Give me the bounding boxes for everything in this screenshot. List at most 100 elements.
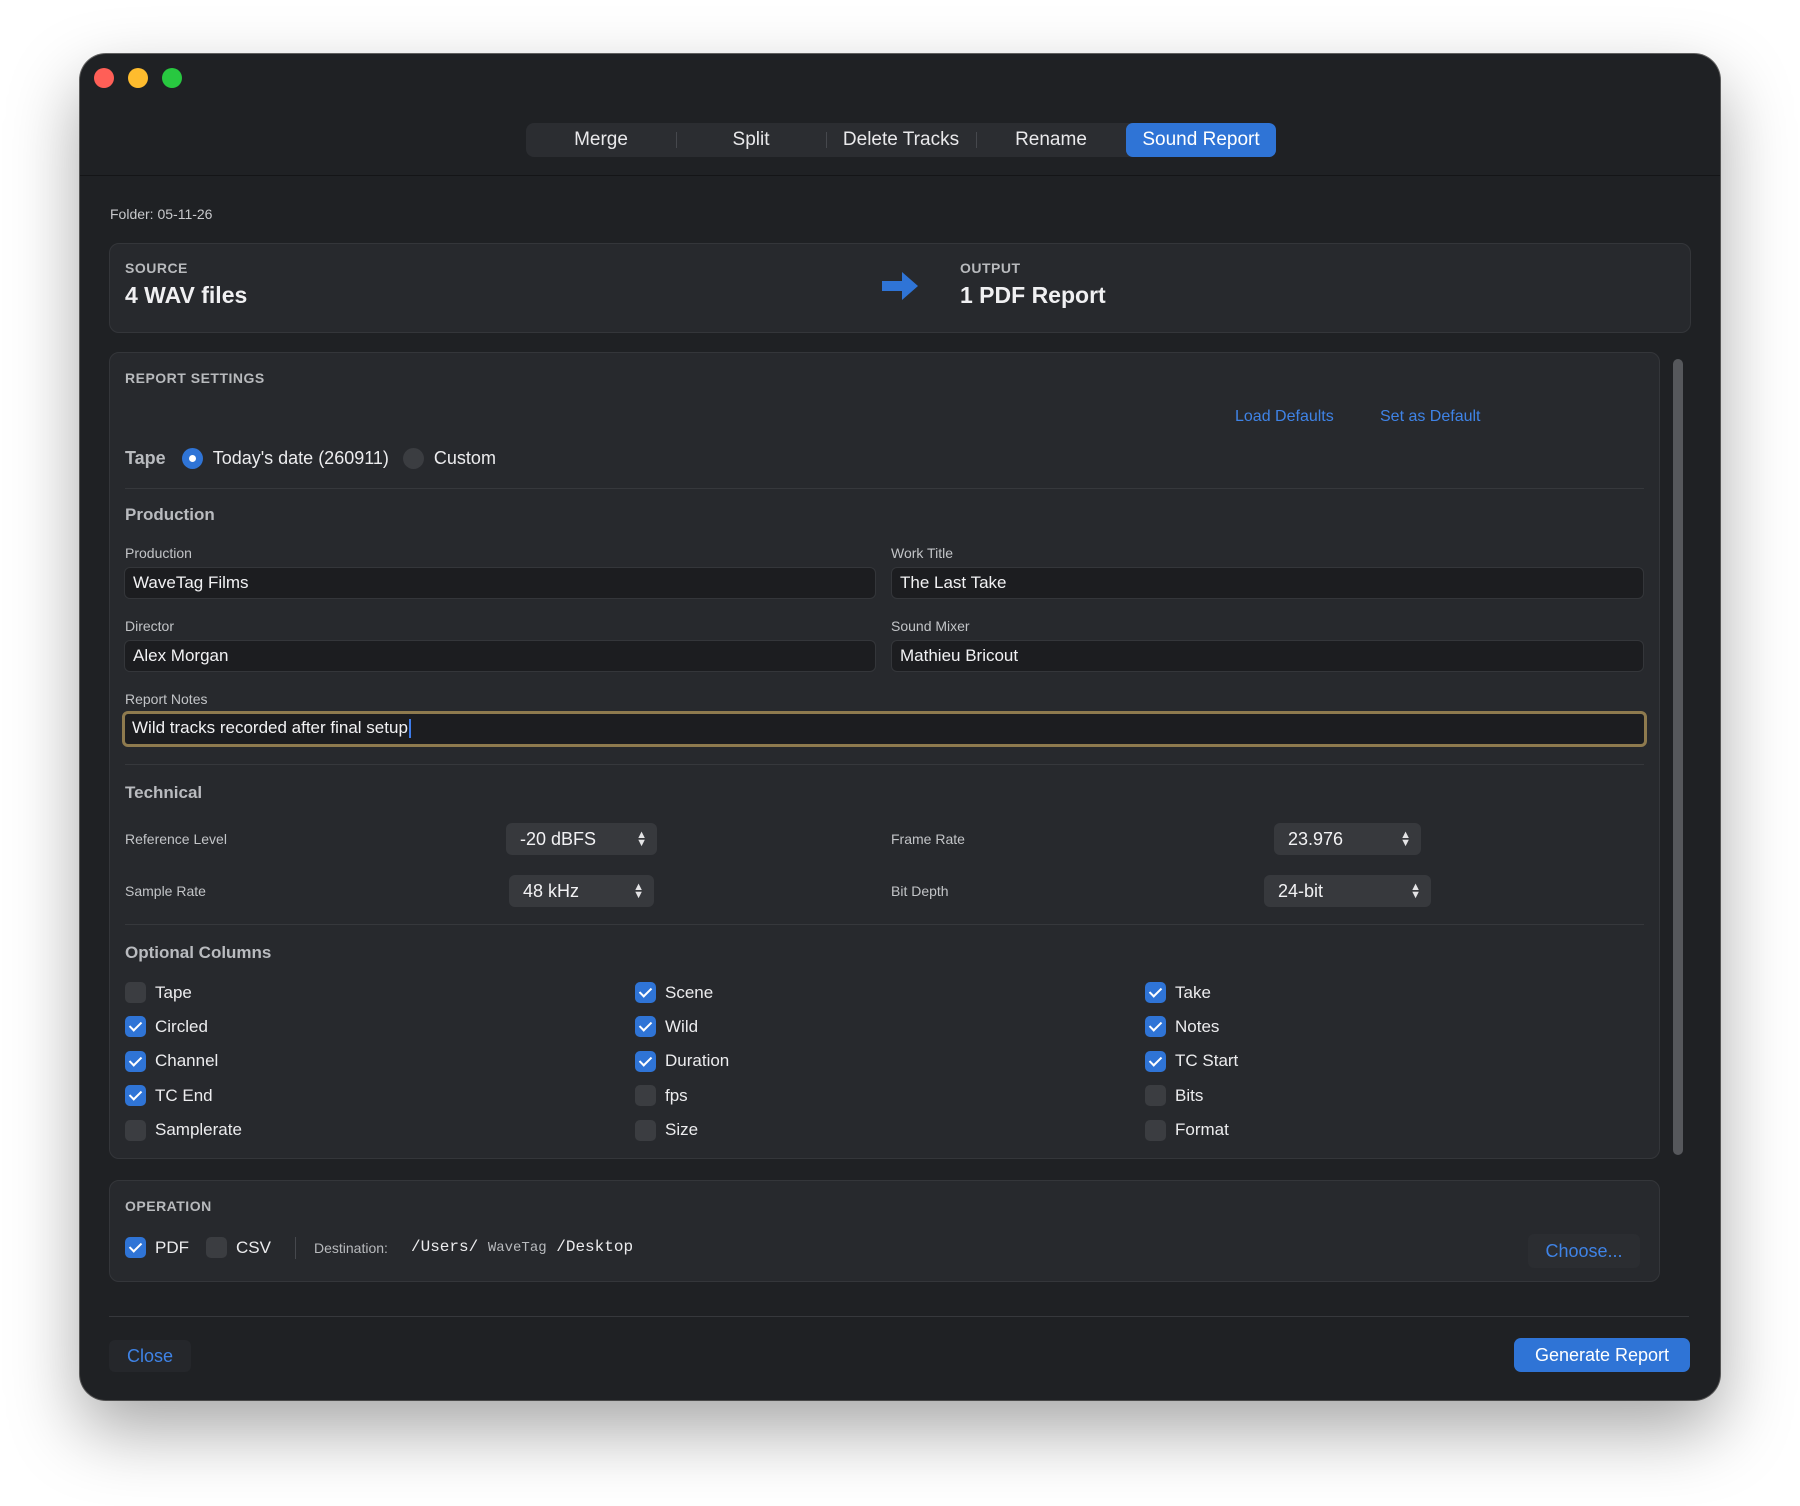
column-option-notes[interactable]: Notes: [1145, 1016, 1219, 1038]
minimize-window-icon[interactable]: [128, 68, 148, 88]
tape-today-radio[interactable]: [181, 448, 203, 469]
column-checkbox-tc-start[interactable]: [1145, 1050, 1166, 1072]
column-option-fps[interactable]: fps: [635, 1085, 688, 1107]
tape-label: Tape: [125, 448, 166, 468]
destination-path-suffix: /Desktop: [556, 1238, 634, 1256]
generate-report-button[interactable]: Generate Report: [1514, 1338, 1690, 1372]
scrollbar-thumb[interactable]: [1673, 359, 1683, 1155]
work-title-field-label: Work Title: [891, 545, 953, 561]
tab-delete-tracks[interactable]: Delete Tracks: [826, 123, 976, 157]
column-checkbox-channel[interactable]: [125, 1050, 146, 1072]
divider: [125, 764, 1644, 765]
frame-rate-label: Frame Rate: [891, 831, 965, 847]
tape-custom-radio[interactable]: [402, 448, 424, 469]
column-label-tc-end: TC End: [155, 1085, 213, 1105]
tab-merge[interactable]: Merge: [526, 123, 676, 157]
column-option-tc-start[interactable]: TC Start: [1145, 1050, 1238, 1072]
tab-sound-report[interactable]: Sound Report: [1126, 123, 1276, 157]
bit-depth-popup[interactable]: 24-bit ▲ ▼: [1264, 875, 1431, 907]
output-summary: OUTPUT 1 PDF Report: [960, 260, 1106, 309]
tab-rename[interactable]: Rename: [976, 123, 1126, 157]
reference-level-value: -20 dBFS: [520, 829, 597, 849]
sample-rate-popup[interactable]: 48 kHz ▲ ▼: [509, 875, 654, 907]
director-field[interactable]: Alex Morgan: [124, 640, 876, 672]
load-defaults-button[interactable]: Load Defaults: [1235, 408, 1334, 426]
sound-mixer-field[interactable]: Mathieu Bricout: [891, 640, 1644, 672]
column-checkbox-bits[interactable]: [1145, 1085, 1166, 1107]
frame-rate-popup[interactable]: 23.976 ▲ ▼: [1274, 823, 1421, 855]
zoom-window-icon[interactable]: [162, 68, 182, 88]
tape-today-label[interactable]: Today's date (260911): [213, 448, 389, 469]
column-label-format: Format: [1175, 1120, 1229, 1140]
column-checkbox-tc-end[interactable]: [125, 1085, 146, 1107]
column-option-take[interactable]: Take: [1145, 982, 1211, 1003]
column-option-scene[interactable]: Scene: [635, 982, 713, 1003]
work-title-field[interactable]: The Last Take: [891, 567, 1644, 599]
column-checkbox-duration[interactable]: [635, 1050, 656, 1072]
director-field-label: Director: [125, 618, 175, 634]
column-checkbox-scene[interactable]: [635, 982, 656, 1003]
column-label-channel: Channel: [155, 1051, 219, 1071]
column-option-tc-end[interactable]: TC End: [125, 1085, 213, 1107]
reference-level-popup[interactable]: -20 dBFS ▲ ▼: [506, 823, 657, 855]
production-field[interactable]: WaveTag Films: [124, 567, 876, 599]
up-down-chevron-icon: ▲ ▼: [1410, 881, 1421, 901]
close-window-icon[interactable]: [94, 68, 114, 88]
bit-depth-value: 24-bit: [1278, 881, 1324, 901]
column-label-duration: Duration: [665, 1051, 730, 1071]
tab-split[interactable]: Split: [676, 123, 826, 157]
column-label-wild: Wild: [665, 1016, 699, 1036]
csv-checkbox-item[interactable]: CSV: [206, 1237, 271, 1258]
column-option-circled[interactable]: Circled: [125, 1016, 208, 1038]
set-as-default-button[interactable]: Set as Default: [1380, 408, 1481, 426]
column-option-tape[interactable]: Tape: [125, 982, 192, 1003]
close-button[interactable]: Close: [109, 1340, 191, 1372]
text-caret: [408, 719, 411, 739]
source-value: 4 WAV files: [125, 282, 248, 308]
choose-destination-button[interactable]: Choose...: [1528, 1234, 1640, 1268]
divider: [125, 924, 1644, 925]
csv-label: CSV: [236, 1237, 271, 1257]
column-label-circled: Circled: [155, 1016, 208, 1036]
column-option-size[interactable]: Size: [635, 1119, 698, 1141]
arrow-right-icon: [882, 272, 918, 300]
column-checkbox-tape[interactable]: [125, 982, 146, 1003]
tape-custom-label[interactable]: Custom: [434, 448, 496, 469]
column-option-wild[interactable]: Wild: [635, 1016, 699, 1038]
destination-path: /Users/ WaveTag /Desktop: [411, 1238, 633, 1256]
window-controls: [94, 68, 182, 88]
column-option-bits[interactable]: Bits: [1145, 1085, 1204, 1107]
report-settings-title: REPORT SETTINGS: [125, 370, 265, 386]
column-checkbox-fps[interactable]: [635, 1085, 656, 1107]
column-option-duration[interactable]: Duration: [635, 1050, 730, 1072]
source-output-summary: SOURCE 4 WAV files OUTPUT 1 PDF Report: [109, 243, 1691, 333]
source-summary: SOURCE 4 WAV files: [125, 260, 247, 309]
report-settings-panel: REPORT SETTINGS Load Defaults Set as Def…: [109, 352, 1660, 1159]
pdf-checkbox-item[interactable]: PDF: [125, 1237, 189, 1258]
frame-rate-value: 23.976: [1288, 829, 1344, 849]
column-label-bits: Bits: [1175, 1085, 1204, 1105]
sample-rate-value: 48 kHz: [523, 881, 580, 901]
column-checkbox-take[interactable]: [1145, 982, 1166, 1003]
sample-rate-label: Sample Rate: [125, 883, 206, 899]
report-notes-field-label: Report Notes: [125, 691, 208, 707]
csv-checkbox[interactable]: [206, 1237, 227, 1258]
up-down-chevron-icon: ▲ ▼: [633, 881, 644, 901]
report-notes-field[interactable]: Wild tracks recorded after final setup: [122, 711, 1647, 747]
column-checkbox-samplerate[interactable]: [125, 1119, 146, 1141]
pdf-checkbox[interactable]: [125, 1237, 146, 1258]
column-checkbox-circled[interactable]: [125, 1016, 146, 1038]
folder-label: Folder: 05-11-26: [110, 206, 213, 222]
column-checkbox-format[interactable]: [1145, 1119, 1166, 1141]
column-option-samplerate[interactable]: Samplerate: [125, 1119, 242, 1141]
column-option-channel[interactable]: Channel: [125, 1050, 219, 1072]
column-option-format[interactable]: Format: [1145, 1119, 1229, 1141]
column-checkbox-wild[interactable]: [635, 1016, 656, 1038]
column-checkbox-size[interactable]: [635, 1119, 656, 1141]
output-caption: OUTPUT: [960, 260, 1021, 276]
operation-panel: OPERATION PDF CSV Destination: /Users/ W…: [109, 1180, 1660, 1282]
source-caption: SOURCE: [125, 260, 188, 276]
footer-divider: [109, 1316, 1689, 1317]
column-checkbox-notes[interactable]: [1145, 1016, 1166, 1038]
destination-label: Destination:: [314, 1240, 388, 1256]
